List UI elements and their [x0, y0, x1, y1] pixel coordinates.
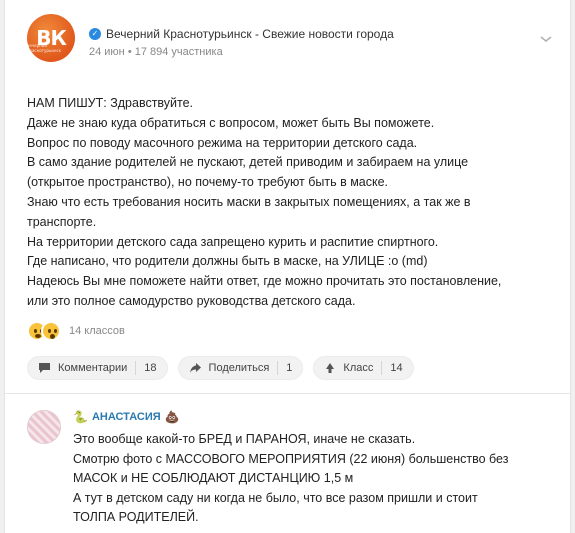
share-button[interactable]: Поделиться 1: [177, 356, 304, 380]
post-text-line: На территории детского сада запрещено ку…: [27, 234, 439, 249]
verified-icon: ✓: [89, 28, 101, 40]
post-header: ВК вечерний краснотурьинск ✓ Вечерний Кр…: [27, 14, 557, 74]
like-label: Класс: [343, 362, 374, 374]
comment-text-line: ТОЛПА РОДИТЕЛЕЙ.: [73, 510, 199, 524]
poop-icon: 💩: [164, 410, 180, 424]
comment-text-line: Это вообще какой-то БРЕД и ПАРАНОЯ, инач…: [73, 432, 416, 446]
post-text-line: или это полное самодурство руководства д…: [27, 293, 356, 308]
post-text-line: Где написано, что родители должны быть в…: [27, 254, 428, 269]
divider: [5, 393, 570, 394]
action-bar: Комментарии 18 Поделиться 1 Класс 14: [27, 356, 414, 380]
like-button[interactable]: Класс 14: [313, 356, 414, 380]
share-label: Поделиться: [208, 362, 270, 374]
comment-text-line: МАСОК и НЕ СОБЛЮДАЮТ ДИСТАНЦИЮ 1,5 м: [73, 471, 354, 485]
logo-subtext: вечерний краснотурьинск: [27, 43, 62, 53]
post-text-line: Надеюсь Вы мне поможете найти ответ, где…: [27, 274, 502, 289]
comments-count: 18: [144, 362, 157, 374]
post-body: НАМ ПИШУТ: Здравствуйте. Даже не знаю куд…: [27, 94, 547, 312]
like-icon: [326, 363, 335, 373]
post-card: ВК вечерний краснотурьинск ✓ Вечерний Кр…: [4, 0, 571, 533]
comments-button[interactable]: Комментарии 18: [27, 356, 168, 380]
post-text-line: НАМ ПИШУТ: Здравствуйте.: [27, 96, 194, 110]
snake-icon: 🐍: [73, 410, 88, 424]
comment-text-line: Смотрю фото с МАССОВОГО МЕРОПРИЯТИЯ (22 …: [73, 451, 509, 466]
post-text-line: Даже не знаю куда обратиться с вопросом,…: [27, 115, 435, 130]
commenter-avatar[interactable]: [27, 410, 61, 444]
post-text-line: Знаю что есть требования носить маски в …: [27, 194, 471, 209]
post-text-line: (открытое пространство), но почему-то тр…: [27, 175, 389, 190]
like-count: 14: [390, 362, 403, 374]
reactions-count: 14 классов: [69, 325, 125, 337]
share-icon: [189, 363, 201, 373]
group-title-row: ✓ Вечерний Краснотурьинск - Свежие новос…: [89, 27, 394, 41]
post-meta: 24 июн • 17 894 участника: [89, 46, 223, 58]
post-text-line: В само здание родителей не пускают, дете…: [27, 155, 469, 170]
post-text-line: транспорте.: [27, 214, 97, 229]
comment-author-row: 🐍 АНАСТАСИЯ 💩: [73, 410, 180, 424]
group-avatar[interactable]: ВК вечерний краснотурьинск: [27, 14, 75, 62]
surprised-emoji-icon: [41, 321, 61, 341]
share-count: 1: [286, 362, 293, 374]
comment-text-line: А тут в детском саду ни когда не было, ч…: [73, 490, 478, 505]
post-text-line: Вопрос по поводу масочного режима на тер…: [27, 135, 418, 150]
comment-icon: [39, 363, 50, 373]
group-name-link[interactable]: Вечерний Краснотурьинск - Свежие новости…: [106, 27, 394, 41]
reactions-row[interactable]: 14 классов: [27, 321, 125, 341]
comments-label: Комментарии: [58, 362, 128, 374]
chevron-down-icon[interactable]: [539, 34, 553, 44]
comment-body: Это вообще какой-то БРЕД и ПАРАНОЯ, инач…: [73, 430, 553, 528]
comment-author[interactable]: АНАСТАСИЯ: [92, 411, 161, 423]
